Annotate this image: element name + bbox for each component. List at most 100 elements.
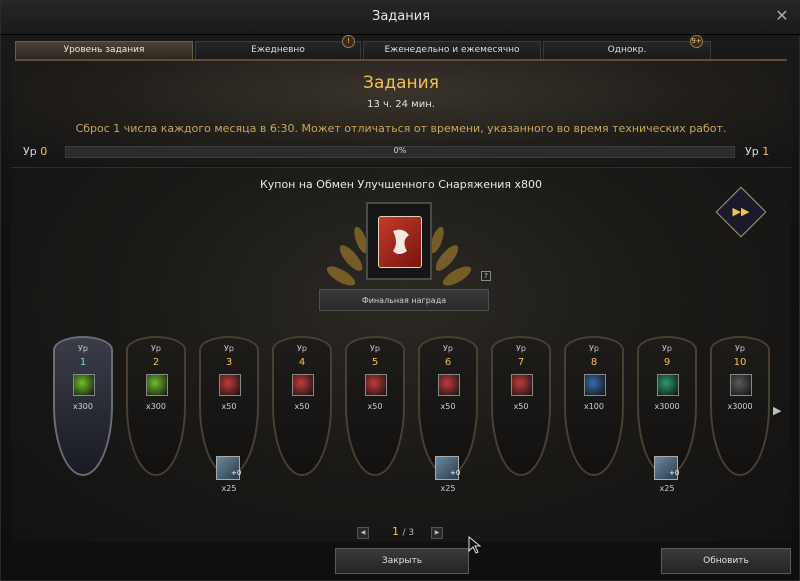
reward-quantity: x300 (145, 402, 166, 411)
page-indicator: 1 / 3 (383, 525, 423, 538)
window-title: Задания (371, 9, 431, 24)
reward-quantity: x50 (513, 402, 529, 411)
reward-quantity: x3000 (654, 402, 680, 411)
level-card[interactable]: Ур 3 x50 (199, 336, 259, 476)
level-card[interactable]: Ур 1 x300 (53, 336, 113, 476)
refresh-button[interactable]: Обновить (661, 548, 791, 574)
prev-page-button[interactable]: ◀ (357, 527, 369, 539)
bonus-reward[interactable]: +0 x25 (202, 456, 256, 500)
reward-item-icon[interactable] (292, 374, 314, 396)
header-title: Задания (363, 73, 439, 93)
level-prefix: Ур (745, 145, 759, 158)
level-prefix: Ур (23, 145, 37, 158)
level-prefix: Ур (151, 344, 161, 353)
help-icon[interactable]: ? (481, 271, 491, 281)
reward-quantity: x50 (294, 402, 310, 411)
reward-item-icon[interactable] (657, 374, 679, 396)
final-reward-title: Купон на Обмен Улучшенного Снаряжения x8… (259, 178, 543, 191)
tab-label: Уровень задания (63, 45, 145, 55)
tab-one-time[interactable]: Однокр. 9+ (543, 35, 711, 59)
level-card[interactable]: Ур 7 x50 (491, 336, 551, 476)
level-number: 2 (152, 357, 160, 368)
fast-forward-icon: ▶▶ (732, 205, 750, 218)
level-progress: Ур 0 0% Ур 1 (19, 145, 783, 161)
reward-quantity: x50 (221, 402, 237, 411)
next-page-button[interactable]: ▶ (431, 527, 443, 539)
level-number: 5 (371, 357, 379, 368)
tab-badge: 9+ (690, 35, 703, 48)
bonus-reward[interactable]: +0 x25 (421, 456, 475, 500)
current-level-label: Ур 0 (23, 145, 47, 158)
next-level-label: Ур 1 (745, 145, 769, 158)
current-level-value: 0 (40, 145, 48, 158)
level-prefix: Ур (224, 344, 234, 353)
bonus-quantity: x25 (440, 484, 456, 493)
tab-label: Ежедневно (251, 45, 305, 55)
next-arrow-icon[interactable]: ▶ (773, 404, 783, 418)
level-card[interactable]: Ур 9 x3000 (637, 336, 697, 476)
reward-item-icon[interactable] (730, 374, 752, 396)
tab-label: Еженедельно и ежемесячно (384, 45, 520, 55)
progress-percent: 0% (393, 146, 407, 155)
level-card[interactable]: Ур 10 x3000 (710, 336, 770, 476)
close-icon[interactable]: ✕ (773, 7, 791, 25)
quest-window: Задания ✕ Уровень задания Ежедневно ! Еж… (0, 0, 800, 581)
reward-item-icon[interactable] (73, 374, 95, 396)
level-prefix: Ур (297, 344, 307, 353)
pager: ◀ 1 / 3 ▶ (357, 525, 445, 542)
level-number: 8 (590, 357, 598, 368)
level-card[interactable]: Ур 5 x50 (345, 336, 405, 476)
current-page: 1 (391, 525, 399, 538)
enhance-level: +0 (450, 469, 461, 477)
reward-item-icon[interactable] (438, 374, 460, 396)
reward-quantity: x50 (367, 402, 383, 411)
level-prefix: Ур (443, 344, 453, 353)
level-number: 9 (663, 357, 671, 368)
level-number: 1 (79, 357, 87, 368)
close-button[interactable]: Закрыть (335, 548, 469, 574)
tab-weekly-monthly[interactable]: Еженедельно и ежемесячно (363, 41, 541, 59)
final-reward-item[interactable] (366, 202, 432, 280)
level-card[interactable]: Ур 6 x50 (418, 336, 478, 476)
reward-item-icon[interactable] (511, 374, 533, 396)
level-number: 10 (733, 357, 747, 368)
coupon-icon (378, 216, 422, 268)
level-number: 6 (444, 357, 452, 368)
level-number: 7 (517, 357, 525, 368)
tab-label: Однокр. (607, 45, 647, 55)
tab-daily[interactable]: Ежедневно ! (195, 35, 361, 59)
level-prefix: Ур (370, 344, 380, 353)
level-prefix: Ур (589, 344, 599, 353)
total-pages: / 3 (402, 528, 415, 538)
reward-panel: Купон на Обмен Улучшенного Снаряжения x8… (11, 167, 791, 542)
reward-quantity: x100 (583, 402, 604, 411)
time-left: 13 ч. 24 мин. (367, 99, 435, 110)
reward-item-icon[interactable] (146, 374, 168, 396)
level-prefix: Ур (516, 344, 526, 353)
next-level-value: 1 (762, 145, 770, 158)
enhance-level: +0 (669, 469, 680, 477)
reward-item-icon[interactable] (219, 374, 241, 396)
level-prefix: Ур (662, 344, 672, 353)
reward-quantity: x3000 (727, 402, 753, 411)
tab-quest-level[interactable]: Уровень задания (15, 41, 193, 59)
reward-item-icon[interactable] (365, 374, 387, 396)
final-reward-label: Финальная награда (319, 289, 489, 311)
level-number: 3 (225, 357, 233, 368)
title-bar: Задания ✕ (1, 1, 800, 35)
bonus-reward[interactable]: +0 x25 (640, 456, 694, 500)
mouse-cursor-icon (468, 536, 482, 554)
level-card[interactable]: Ур 2 x300 (126, 336, 186, 476)
reward-item-icon[interactable] (584, 374, 606, 396)
reward-quantity: x50 (440, 402, 456, 411)
enhance-level: +0 (231, 469, 242, 477)
bonus-quantity: x25 (221, 484, 237, 493)
level-card[interactable]: Ур 4 x50 (272, 336, 332, 476)
bonus-quantity: x25 (659, 484, 675, 493)
tab-badge: ! (342, 35, 355, 48)
tab-bar: Уровень задания Ежедневно ! Еженедельно … (15, 35, 787, 59)
reward-quantity: x300 (72, 402, 93, 411)
progress-bar: 0% (65, 146, 735, 158)
fast-forward-button[interactable]: ▶▶ (715, 186, 767, 238)
level-card[interactable]: Ур 8 x100 (564, 336, 624, 476)
